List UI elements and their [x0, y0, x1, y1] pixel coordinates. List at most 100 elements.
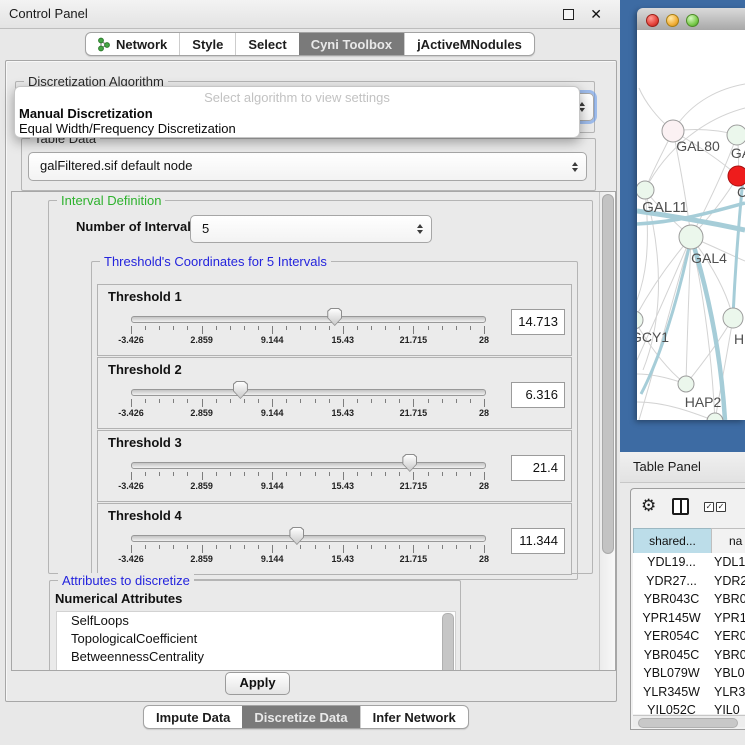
network-node-node[interactable]	[707, 413, 723, 420]
major-tick	[202, 545, 203, 553]
tab-jactivemnodules[interactable]: jActiveMNodules	[404, 33, 534, 55]
scrollbar-thumb[interactable]	[638, 718, 738, 728]
table-cell-shared[interactable]: YIL052C	[633, 701, 710, 714]
tick-label: 28	[479, 554, 489, 564]
checkbox-icon[interactable]: ✓	[704, 502, 714, 512]
table-header-cell-shared[interactable]: shared...	[633, 528, 712, 554]
tab-discretize-data[interactable]: Discretize Data	[242, 706, 359, 728]
minor-tick	[145, 545, 146, 549]
split-columns-icon[interactable]	[672, 498, 689, 515]
traffic-light-minimize-icon[interactable]	[666, 14, 679, 27]
table-row[interactable]: YBR045CYBR0	[633, 646, 745, 665]
table-row[interactable]: YBL079WYBL0	[633, 664, 745, 683]
network-node-GAL4[interactable]	[679, 225, 703, 249]
table-cell-name[interactable]: YLR3	[714, 683, 745, 702]
network-node-GAL11[interactable]	[637, 181, 654, 199]
slider-track[interactable]	[131, 462, 486, 469]
table-header-cell-name[interactable]: na	[711, 528, 745, 554]
slider-thumb[interactable]	[233, 381, 248, 399]
network-node-GA[interactable]	[727, 125, 745, 145]
interval-definition-group-title: Interval Definition	[57, 193, 165, 208]
minor-tick	[357, 399, 358, 403]
tab-cyni-toolbox[interactable]: Cyni Toolbox	[299, 33, 404, 55]
major-tick	[484, 326, 485, 334]
vertical-scrollbar[interactable]	[599, 192, 615, 670]
dropdown-option-manual-discretization[interactable]: Manual Discretization	[19, 106, 153, 121]
minor-tick	[442, 399, 443, 403]
network-node-HAP2[interactable]	[678, 376, 694, 392]
tab-network[interactable]: Network	[86, 33, 179, 55]
tab-infer-network[interactable]: Infer Network	[360, 706, 468, 728]
table-cell-name[interactable]: YPR1	[714, 609, 745, 628]
traffic-light-close-icon[interactable]	[646, 14, 659, 27]
table-row[interactable]: YDR27...YDR2	[633, 572, 745, 591]
table-row[interactable]: YBR043CYBR0	[633, 590, 745, 609]
table-cell-name[interactable]: YDL1	[714, 553, 745, 572]
list-scrollbar-thumb[interactable]	[442, 613, 454, 671]
table-data-combobox[interactable]: galFiltered.sif default node	[28, 152, 587, 181]
minor-tick	[159, 399, 160, 403]
slider-thumb[interactable]	[402, 454, 417, 472]
traffic-light-zoom-icon[interactable]	[686, 14, 699, 27]
scrollbar-thumb[interactable]	[602, 194, 614, 554]
table-row[interactable]: YDL19...YDL1	[633, 553, 745, 572]
threshold-panel-2: Threshold 2-3.4262.8599.14415.4321.71528…	[97, 357, 572, 429]
table-cell-shared[interactable]: YDL19...	[633, 553, 710, 572]
minor-tick	[258, 399, 259, 403]
table-cell-shared[interactable]: YBL079W	[633, 664, 710, 683]
apply-button[interactable]: Apply	[225, 672, 290, 695]
threshold-value-input[interactable]: 11.344	[511, 528, 565, 554]
table-row[interactable]: YER054CYER0	[633, 627, 745, 646]
list-item-selfloops[interactable]: SelfLoops	[57, 612, 455, 630]
tab-style[interactable]: Style	[179, 33, 235, 55]
table-cell-shared[interactable]: YBR045C	[633, 646, 710, 665]
dropdown-option-equal-width-frequency[interactable]: Equal Width/Frequency Discretization	[19, 121, 236, 136]
attributes-list[interactable]: SelfLoopsTopologicalCoefficientBetweenne…	[56, 611, 456, 671]
network-node-label: GAL80	[676, 138, 720, 154]
slider-track[interactable]	[131, 389, 486, 396]
table-cell-name[interactable]: YBL0	[714, 664, 745, 683]
table-cell-name[interactable]: YBR0	[714, 590, 745, 609]
table-cell-shared[interactable]: YBR043C	[633, 590, 710, 609]
table-cell-shared[interactable]: YER054C	[633, 627, 710, 646]
tab-select[interactable]: Select	[235, 33, 298, 55]
slider-thumb[interactable]	[327, 308, 342, 326]
threshold-panel-3: Threshold 3-3.4262.8599.14415.4321.71528…	[97, 430, 572, 502]
gear-icon[interactable]: ⚙	[641, 497, 656, 514]
table-row[interactable]: YPR145WYPR1	[633, 609, 745, 628]
table-cell-shared[interactable]: YLR345W	[633, 683, 710, 702]
horizontal-scrollbar[interactable]	[633, 715, 745, 727]
checkbox-icon[interactable]: ✓	[716, 502, 726, 512]
table-cell-shared[interactable]: YPR145W	[633, 609, 710, 628]
network-canvas[interactable]: GAL80GACGAL11GAL4GCY1HHAP2	[637, 30, 745, 420]
minor-tick	[173, 472, 174, 476]
threshold-value-input[interactable]: 21.4	[511, 455, 565, 481]
slider-ticks	[131, 326, 484, 334]
table-cell-name[interactable]: YDR2	[714, 572, 745, 591]
minor-tick	[329, 399, 330, 403]
threshold-value-input[interactable]: 14.713	[511, 309, 565, 335]
table-row[interactable]: YLR345WYLR3	[633, 683, 745, 702]
table-row[interactable]: YIL052C YIL0	[633, 701, 745, 714]
threshold-value-input[interactable]: 6.316	[511, 382, 565, 408]
float-window-icon[interactable]	[563, 9, 574, 20]
slider-track[interactable]	[131, 316, 486, 323]
number-of-intervals-combobox[interactable]: 5	[190, 215, 432, 243]
tick-label: 2.859	[190, 554, 213, 564]
threshold-label: Threshold 4	[108, 508, 182, 523]
network-node-H[interactable]	[723, 308, 743, 328]
tab-impute-data[interactable]: Impute Data	[144, 706, 242, 728]
network-node-C[interactable]	[728, 166, 745, 186]
tick-label: 15.43	[332, 554, 355, 564]
table-cell-shared[interactable]: YDR27...	[633, 572, 710, 591]
close-icon[interactable]: ✕	[590, 4, 602, 24]
minor-tick	[145, 326, 146, 330]
table-cell-name[interactable]: YBR0	[714, 646, 745, 665]
table-cell-name[interactable]: YIL0	[714, 701, 745, 714]
network-node-GCY1[interactable]	[637, 311, 643, 329]
list-item-betweennesscentrality[interactable]: BetweennessCentrality	[57, 648, 455, 666]
slider-track[interactable]	[131, 535, 486, 542]
list-item-topologicalcoefficient[interactable]: TopologicalCoefficient	[57, 630, 455, 648]
table-cell-name[interactable]: YER0	[714, 627, 745, 646]
slider-thumb[interactable]	[289, 527, 304, 545]
